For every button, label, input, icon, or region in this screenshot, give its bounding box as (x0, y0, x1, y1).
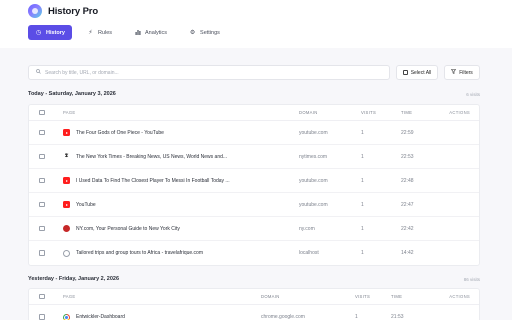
tab-settings-label: Settings (200, 29, 220, 36)
app-logo: History Pro (28, 4, 98, 18)
row-domain: youtube.com (299, 201, 328, 208)
checkbox-icon (402, 70, 408, 75)
row-checkbox[interactable] (39, 201, 45, 208)
row-time: 22:48 (401, 177, 414, 184)
row-checkbox[interactable] (39, 314, 45, 320)
table-row[interactable]: Entwickler-Dashboard chrome.google.com 1… (29, 305, 479, 320)
select-all-label: Select All (410, 69, 432, 76)
row-time: 21:53 (391, 314, 404, 320)
app-title: History Pro (48, 5, 99, 17)
page-title-link[interactable]: The Four Gods of One Piece - YouTube (76, 130, 164, 136)
row-time: 22:42 (401, 225, 414, 232)
tab-analytics-label: Analytics (145, 29, 168, 36)
column-domain: DOMAIN (299, 110, 318, 115)
filters-button[interactable]: Filters (444, 65, 480, 80)
tab-history-label: History (46, 29, 65, 36)
date-group-count: 6 visits (466, 91, 480, 97)
date-group-title: Today - Saturday, January 3, 2026 (28, 91, 116, 97)
youtube-icon (63, 129, 70, 136)
tab-rules[interactable]: ⚡ Rules (80, 25, 119, 40)
row-visits: 1 (361, 250, 364, 256)
row-time: 22:53 (401, 153, 414, 160)
apple-icon (63, 225, 70, 232)
tab-rules-label: Rules (97, 29, 113, 36)
page-title-link[interactable]: Entwickler-Dashboard (76, 314, 125, 320)
row-time: 14:42 (401, 250, 414, 256)
column-visits: VISITS (355, 294, 371, 299)
row-checkbox[interactable] (39, 129, 45, 136)
history-table: PAGE DOMAIN VISITS TIME ACTIONS Entwickl… (28, 288, 480, 320)
history-table: PAGE DOMAIN VISITS TIME ACTIONS The Four… (28, 104, 480, 266)
date-group-header: Today - Saturday, January 3, 2026 6 visi… (28, 89, 480, 99)
select-all-checkbox[interactable] (39, 293, 45, 300)
select-all-button[interactable]: Select All (396, 65, 438, 80)
tab-history[interactable]: ◷ History (28, 25, 72, 40)
column-page: PAGE (63, 110, 76, 115)
row-visits: 1 (361, 201, 364, 208)
column-actions: ACTIONS (449, 110, 470, 115)
history-pro-logo-icon (28, 4, 42, 18)
clock-icon: ◷ (35, 29, 42, 36)
column-time: TIME (401, 110, 413, 115)
row-domain: youtube.com (299, 177, 328, 184)
column-actions: ACTIONS (449, 294, 470, 299)
row-visits: 1 (361, 153, 364, 160)
page-title-link[interactable]: The New York Times - Breaking News, US N… (76, 154, 227, 160)
row-time: 22:59 (401, 129, 414, 136)
table-row[interactable]: Tailored trips and group tours to Africa… (29, 241, 479, 265)
chart-icon (134, 29, 141, 37)
row-visits: 1 (355, 314, 358, 320)
nyt-icon: 𝕿 (63, 153, 70, 160)
page-title-link[interactable]: Tailored trips and group tours to Africa… (76, 250, 203, 256)
row-checkbox[interactable] (39, 250, 45, 256)
filters-label: Filters (459, 69, 473, 76)
filter-icon (451, 69, 457, 76)
youtube-icon (63, 201, 70, 208)
row-checkbox[interactable] (39, 177, 45, 184)
column-page: PAGE (63, 294, 76, 299)
page-title-link[interactable]: NY.com, Your Personal Guide to New York … (76, 226, 180, 232)
youtube-icon (63, 177, 70, 184)
row-domain: chrome.google.com (261, 314, 305, 320)
globe-icon (63, 249, 70, 257)
date-group-header: Yesterday - Friday, January 2, 2026 86 v… (28, 274, 480, 284)
app-header: History Pro ◷ History ⚡ Rules Analytics … (0, 0, 512, 48)
row-time: 22:47 (401, 201, 414, 208)
page-title-link[interactable]: I Used Data To Find The Closest Player T… (76, 178, 230, 184)
date-group-title: Yesterday - Friday, January 2, 2026 (28, 276, 120, 282)
column-time: TIME (391, 294, 403, 299)
page-title-link[interactable]: YouTube (76, 202, 96, 208)
row-domain: youtube.com (299, 129, 328, 136)
search-box (28, 65, 390, 80)
gear-icon: ⚙ (189, 29, 196, 36)
date-group-count: 86 visits (463, 276, 480, 282)
history-content: Select All Filters Today - Saturday, Jan… (0, 48, 512, 320)
row-visits: 1 (361, 129, 364, 136)
bolt-icon: ⚡ (88, 29, 93, 36)
table-row[interactable]: 𝕿 The New York Times - Breaking News, US … (29, 145, 479, 169)
row-checkbox[interactable] (39, 225, 45, 232)
column-domain: DOMAIN (261, 294, 280, 299)
table-row[interactable]: YouTube youtube.com 1 22:47 (29, 193, 479, 217)
table-row[interactable]: The Four Gods of One Piece - YouTube you… (29, 121, 479, 145)
column-visits: VISITS (361, 110, 377, 115)
table-row[interactable]: NY.com, Your Personal Guide to New York … (29, 217, 479, 241)
search-input[interactable] (45, 69, 345, 76)
row-visits: 1 (361, 225, 364, 232)
row-domain: ny.com (299, 225, 315, 232)
table-row[interactable]: I Used Data To Find The Closest Player T… (29, 169, 479, 193)
tab-settings[interactable]: ⚙ Settings (182, 25, 227, 40)
row-domain: localhost (299, 250, 319, 256)
chrome-icon (63, 313, 70, 320)
table-header: PAGE DOMAIN VISITS TIME ACTIONS (29, 289, 479, 305)
table-header: PAGE DOMAIN VISITS TIME ACTIONS (29, 105, 479, 121)
row-checkbox[interactable] (39, 153, 45, 160)
tab-analytics[interactable]: Analytics (127, 25, 174, 40)
row-domain: nytimes.com (299, 153, 328, 160)
search-icon (36, 69, 41, 76)
row-visits: 1 (361, 177, 364, 184)
select-all-checkbox[interactable] (39, 109, 45, 116)
main-nav: ◷ History ⚡ Rules Analytics ⚙ Settings (28, 25, 227, 40)
